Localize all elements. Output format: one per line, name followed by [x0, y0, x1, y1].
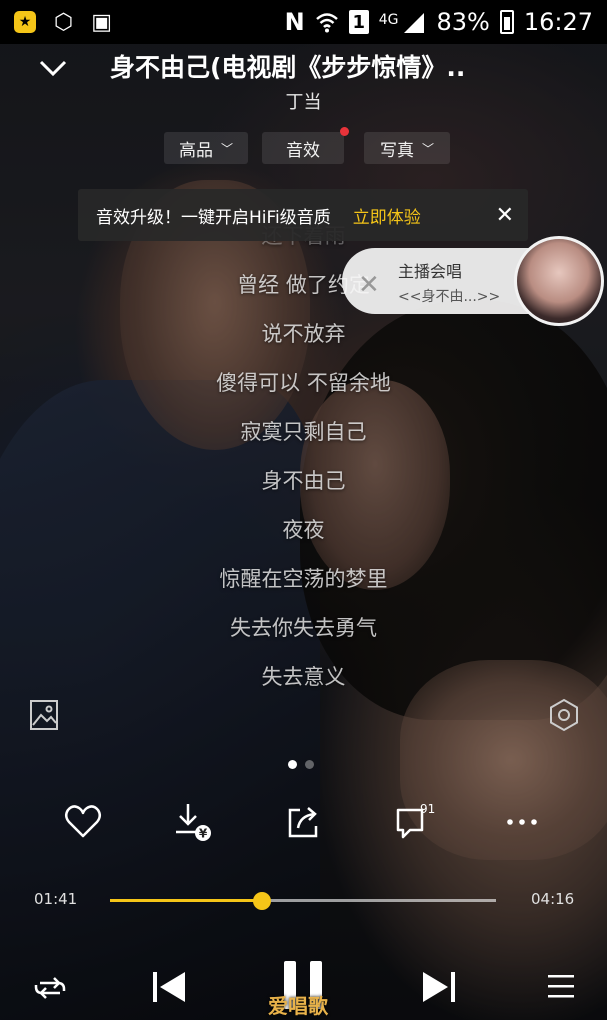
- avatar[interactable]: [514, 236, 604, 326]
- lyric-line: 寂寞只剩自己: [240, 420, 367, 444]
- audio-options: 高品 ﹀ 音效 写真 ﹀: [0, 132, 607, 166]
- settings-notification-icon: ⬡: [54, 9, 74, 35]
- banner-text: 音效升级！一键开启HiFi级音质: [96, 207, 331, 228]
- battery-icon: [499, 10, 514, 34]
- artist-name[interactable]: 丁当: [0, 88, 607, 114]
- player-header: 身不由己(电视剧《步步惊情》.. 丁当: [0, 44, 607, 120]
- next-icon[interactable]: [420, 969, 458, 1005]
- playlist-icon[interactable]: [546, 971, 576, 1001]
- lyric-line: 夜夜: [282, 518, 325, 542]
- total-time: 04:16: [531, 890, 575, 908]
- lyric-line: 傻得可以 不留余地: [216, 371, 391, 395]
- lyric-line: 惊醒在空荡的梦里: [219, 567, 388, 591]
- progress-slider[interactable]: [110, 892, 496, 910]
- previous-icon[interactable]: [150, 969, 188, 1005]
- progress-row: 01:41 04:16: [0, 886, 607, 916]
- network-type: 4G: [378, 12, 399, 28]
- chevron-down-icon: ﹀: [220, 141, 233, 156]
- cell-signal-icon: [404, 13, 425, 33]
- lyric-line: 身不由己: [261, 469, 346, 493]
- notification-app-icon: ★: [14, 11, 36, 33]
- current-time: 01:41: [34, 890, 78, 908]
- status-bar: ★ ⬡ ▣ N 1 4G 83% 16:27: [0, 0, 607, 44]
- lyric-line: 失去意义: [261, 665, 346, 689]
- cosing-subtitle: <<身不由...>>: [398, 289, 501, 305]
- new-badge-dot: [340, 127, 349, 136]
- chevron-down-icon: ﹀: [421, 141, 434, 156]
- svg-text:¥: ¥: [199, 827, 208, 841]
- wifi-icon: [315, 13, 338, 33]
- action-bar: ¥: [0, 800, 607, 850]
- quality-dropdown[interactable]: 高品 ﹀: [164, 132, 248, 164]
- clock: 16:27: [523, 8, 593, 36]
- chevron-down-icon[interactable]: [38, 56, 68, 80]
- nfc-icon: N: [284, 8, 305, 36]
- effect-button[interactable]: 音效: [262, 132, 344, 164]
- cosing-title: 主播会唱: [398, 262, 463, 281]
- hifi-promo-banner: 音效升级！一键开启HiFi级音质 立即体验 ✕: [78, 189, 528, 241]
- repeat-icon[interactable]: [32, 973, 68, 1003]
- try-now-link[interactable]: 立即体验: [353, 203, 421, 228]
- close-icon[interactable]: ✕: [496, 203, 514, 228]
- photo-dropdown[interactable]: 写真 ﹀: [364, 132, 450, 164]
- heart-icon[interactable]: [61, 800, 105, 844]
- page-dot: [305, 760, 314, 769]
- song-title: 身不由己(电视剧《步步惊情》..: [110, 53, 466, 82]
- more-icon[interactable]: [500, 800, 544, 844]
- lyric-line: 说不放弃: [261, 322, 346, 346]
- effect-label: 音效: [286, 140, 320, 161]
- page-dot-active: [288, 760, 297, 769]
- close-icon[interactable]: ✕: [358, 270, 380, 300]
- watermark-logo: 爱唱歌: [268, 994, 328, 1018]
- photo-label: 写真: [379, 140, 414, 161]
- progress-thumb[interactable]: [253, 892, 272, 910]
- lyric-line: 失去你失去勇气: [230, 616, 377, 640]
- quality-label: 高品: [178, 140, 213, 161]
- image-notification-icon: ▣: [91, 9, 113, 35]
- battery-percent: 83%: [436, 8, 490, 36]
- comment-count: 91: [420, 802, 436, 816]
- sim-badge: 1: [348, 10, 369, 34]
- share-icon[interactable]: [282, 800, 326, 844]
- page-indicator: [288, 760, 314, 769]
- download-paid-icon[interactable]: ¥: [170, 800, 214, 844]
- progress-fill: [110, 899, 263, 902]
- settings-icon[interactable]: [548, 698, 580, 732]
- image-icon[interactable]: [28, 698, 60, 732]
